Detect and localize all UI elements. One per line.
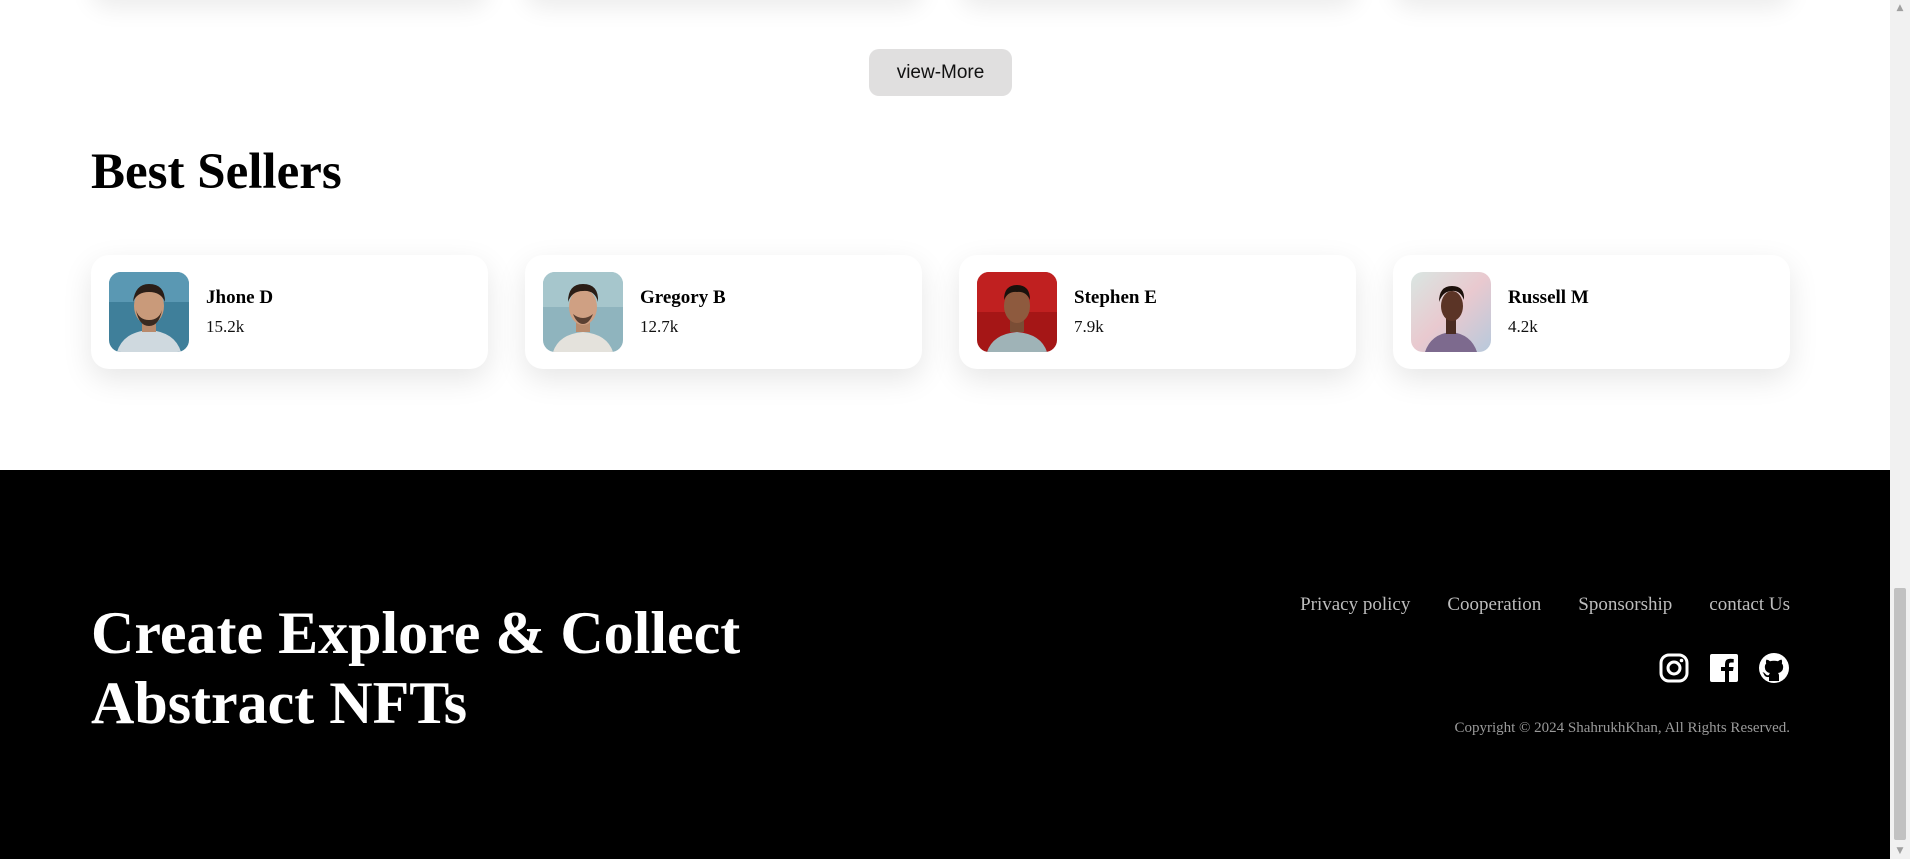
contact-us-link[interactable]: contact Us [1709,594,1790,616]
seller-card[interactable]: Gregory B 12.7k [525,255,922,369]
seller-count: 7.9k [1074,317,1104,336]
scroll-down-arrow-icon[interactable]: ▼ [1890,843,1910,859]
avatar [109,272,189,352]
social-links [1658,652,1790,684]
seller-count: 4.2k [1508,317,1538,336]
seller-info: Russell M 4.2k [1508,287,1589,337]
seller-info: Stephen E 7.9k [1074,287,1157,337]
seller-name: Gregory B [640,287,726,308]
copyright-text: Copyright © 2024 ShahrukhKhan, All Right… [1454,720,1790,736]
seller-name: Russell M [1508,287,1589,308]
page-scrollbar[interactable]: ▲ ▼ [1890,0,1910,859]
view-more-button[interactable]: view-More [869,49,1012,96]
seller-card[interactable]: Russell M 4.2k [1393,255,1790,369]
seller-card[interactable]: Jhone D 15.2k [91,255,488,369]
github-icon[interactable] [1758,652,1790,684]
cooperation-link[interactable]: Cooperation [1447,594,1541,616]
footer-nav: Privacy policy Cooperation Sponsorship c… [1300,594,1790,616]
avatar [543,272,623,352]
sponsorship-link[interactable]: Sponsorship [1578,594,1672,616]
footer-headline-line: Create Explore & Collect [91,600,741,666]
seller-info: Gregory B 12.7k [640,287,726,337]
seller-count: 15.2k [206,317,245,336]
best-sellers-title: Best Sellers [91,144,342,200]
avatar [977,272,1057,352]
seller-info: Jhone D 15.2k [206,287,273,337]
scrollbar-thumb[interactable] [1894,588,1906,840]
best-sellers-list: Jhone D 15.2k Gregory B 12.7k Stephen E … [91,255,1790,369]
footer-headline: Create Explore & Collect Abstract NFTs [91,598,791,738]
page: view-More Best Sellers Jhone D 15.2k Gre… [0,0,1890,859]
seller-name: Stephen E [1074,287,1157,308]
seller-card[interactable]: Stephen E 7.9k [959,255,1356,369]
avatar [1411,272,1491,352]
facebook-icon[interactable] [1708,652,1740,684]
seller-count: 12.7k [640,317,679,336]
instagram-icon[interactable] [1658,652,1690,684]
footer-headline-line: Abstract NFTs [91,670,468,736]
privacy-policy-link[interactable]: Privacy policy [1300,594,1410,616]
scroll-up-arrow-icon[interactable]: ▲ [1890,0,1910,16]
footer: Create Explore & Collect Abstract NFTs P… [0,470,1890,859]
seller-name: Jhone D [206,287,274,308]
